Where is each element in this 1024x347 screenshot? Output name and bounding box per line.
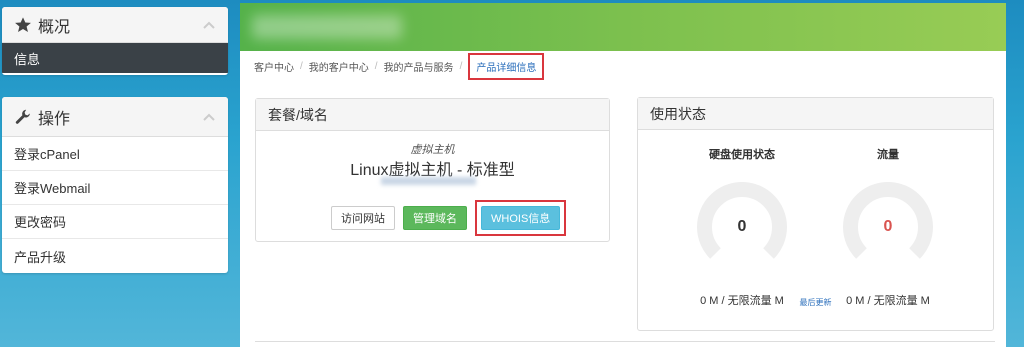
sidebar-item-label: 信息 bbox=[14, 51, 41, 67]
wrench-icon bbox=[15, 109, 30, 124]
breadcrumb-separator: / bbox=[374, 60, 378, 72]
traffic-gauge-value: 0 bbox=[883, 218, 893, 235]
visit-website-button[interactable]: 访问网站 bbox=[331, 206, 395, 230]
breadcrumb: 客户中心 / 我的客户中心 / 我的产品与服务 / 产品详细信息 bbox=[240, 51, 1006, 81]
divider bbox=[255, 341, 995, 342]
breadcrumb-item-product-details: 产品详细信息 bbox=[468, 52, 545, 80]
traffic-usage: 流量 0 0 M / 无限流量 M bbox=[838, 146, 938, 308]
sidebar-item-upgrade[interactable]: 产品升级 bbox=[2, 239, 228, 273]
sidebar-item-label: 登录cPanel bbox=[14, 147, 80, 162]
sidebar-item-label: 产品升级 bbox=[14, 249, 67, 265]
product-actions: 访问网站 管理域名 WHOIS信息 bbox=[331, 200, 567, 236]
chevron-up-icon[interactable] bbox=[202, 18, 216, 32]
traffic-gauge: 0 bbox=[843, 182, 933, 272]
breadcrumb-separator: / bbox=[300, 60, 303, 72]
sidebar-item-change-password[interactable]: 更改密码 bbox=[2, 205, 228, 239]
usage-panel-title: 使用状态 bbox=[638, 98, 993, 130]
last-update-link[interactable]: 最后更新 bbox=[638, 297, 993, 308]
overview-panel: 概况 信息 bbox=[2, 7, 228, 75]
actions-panel: 操作 登录cPanel 登录Webmail 更改密码 产品升级 bbox=[2, 97, 228, 273]
overview-header[interactable]: 概况 bbox=[2, 7, 228, 43]
usage-panel: 使用状态 硬盘使用状态 0 0 M / 无限流量 M 流量 0 0 M / 无限… bbox=[637, 97, 994, 331]
breadcrumb-separator: / bbox=[459, 60, 463, 72]
star-icon bbox=[15, 16, 31, 32]
breadcrumb-item-client-center[interactable]: 客户中心 bbox=[254, 59, 294, 74]
overview-title: 概况 bbox=[38, 18, 71, 36]
page-header bbox=[240, 3, 1006, 51]
actions-title: 操作 bbox=[38, 110, 71, 128]
sidebar-item-label: 登录Webmail bbox=[14, 181, 91, 196]
whois-highlight: WHOIS信息 bbox=[475, 200, 567, 236]
main-content: 客户中心 / 我的客户中心 / 我的产品与服务 / 产品详细信息 套餐/域名 虚… bbox=[240, 3, 1006, 347]
sidebar-item-login-webmail[interactable]: 登录Webmail bbox=[2, 171, 228, 205]
manage-domain-button[interactable]: 管理域名 bbox=[403, 206, 467, 230]
disk-usage-title: 硬盘使用状态 bbox=[709, 149, 775, 161]
disk-gauge: 0 bbox=[697, 182, 787, 272]
breadcrumb-item-my-client-center[interactable]: 我的客户中心 bbox=[309, 59, 369, 74]
product-panel-title: 套餐/域名 bbox=[256, 99, 609, 131]
redacted-domain bbox=[381, 177, 476, 185]
sidebar-item-label: 更改密码 bbox=[14, 215, 67, 230]
breadcrumb-item-my-products[interactable]: 我的产品与服务 bbox=[384, 59, 454, 74]
actions-header[interactable]: 操作 bbox=[2, 97, 228, 137]
sidebar-item-info[interactable]: 信息 bbox=[2, 43, 228, 73]
whois-button[interactable]: WHOIS信息 bbox=[481, 206, 561, 230]
traffic-usage-title: 流量 bbox=[877, 149, 899, 161]
product-panel: 套餐/域名 虚拟主机 Linux虚拟主机 - 标准型 访问网站 管理域名 WHO… bbox=[255, 98, 610, 242]
disk-usage: 硬盘使用状态 0 0 M / 无限流量 M bbox=[692, 146, 792, 308]
disk-gauge-value: 0 bbox=[737, 218, 747, 235]
chevron-up-icon[interactable] bbox=[202, 110, 216, 124]
redacted-title bbox=[252, 15, 402, 39]
product-type: 虚拟主机 bbox=[410, 144, 455, 156]
sidebar-item-login-cpanel[interactable]: 登录cPanel bbox=[2, 137, 228, 171]
